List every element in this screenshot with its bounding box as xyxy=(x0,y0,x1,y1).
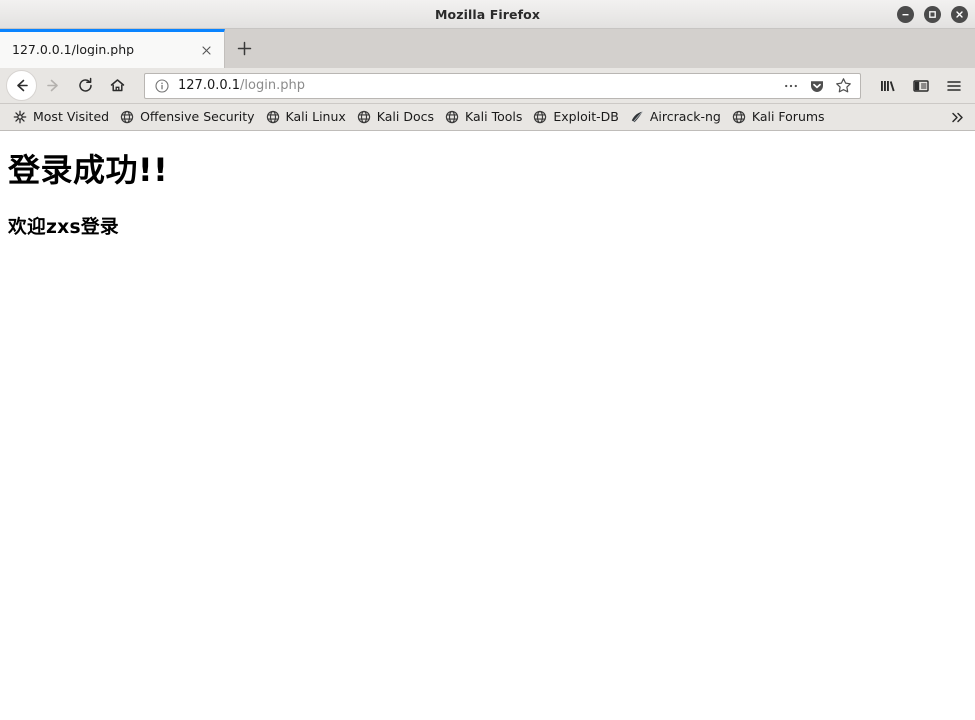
globe-icon xyxy=(731,109,747,125)
home-button[interactable] xyxy=(102,70,133,101)
bookmarks-overflow-button[interactable] xyxy=(945,104,969,130)
bookmark-label: Kali Forums xyxy=(751,108,825,124)
forward-button[interactable] xyxy=(38,70,69,101)
tab-strip: 127.0.0.1/login.php xyxy=(0,29,975,68)
bookmark-exploit-db[interactable]: Exploit-DB xyxy=(528,107,624,127)
new-tab-button[interactable] xyxy=(225,29,263,68)
url-path: /login.php xyxy=(240,79,305,92)
bookmark-label: Kali Linux xyxy=(285,108,346,124)
back-button[interactable] xyxy=(6,70,37,101)
ellipsis-icon xyxy=(785,84,797,87)
bookmarks-toolbar: Most Visited Offensive Security Kali Lin… xyxy=(0,104,975,131)
tab-close-icon[interactable] xyxy=(196,40,216,60)
url-bar[interactable]: 127.0.0.1/login.php xyxy=(144,72,861,99)
window-controls xyxy=(897,0,968,29)
page-content: 登录成功!! 欢迎zxs登录 xyxy=(0,131,975,720)
star-icon xyxy=(835,78,851,93)
pocket-icon xyxy=(811,80,823,92)
arrow-left-icon xyxy=(17,79,28,92)
page-heading: 登录成功!! xyxy=(8,151,169,189)
page-subheading: 欢迎zxs登录 xyxy=(8,216,119,238)
bookmark-star-button[interactable] xyxy=(830,74,856,98)
reload-button[interactable] xyxy=(70,70,101,101)
page-actions-button[interactable] xyxy=(778,74,804,98)
chevron-double-right-icon xyxy=(951,112,963,123)
close-icon xyxy=(956,11,963,18)
aircrack-icon xyxy=(629,109,645,125)
app-menu-button[interactable] xyxy=(938,70,969,101)
sidebar-toggle-button[interactable] xyxy=(905,70,936,101)
bookmark-label: Exploit-DB xyxy=(553,108,619,124)
minimize-icon xyxy=(902,14,909,16)
bookmark-kali-docs[interactable]: Kali Docs xyxy=(352,107,440,127)
tab-title: 127.0.0.1/login.php xyxy=(12,43,135,57)
reload-icon xyxy=(79,77,92,92)
minimize-button[interactable] xyxy=(897,6,914,23)
bookmark-label: Kali Tools xyxy=(465,108,523,124)
globe-icon xyxy=(265,109,281,125)
arrow-right-icon xyxy=(47,79,58,92)
info-circle-icon[interactable] xyxy=(153,78,171,93)
close-button[interactable] xyxy=(951,6,968,23)
toolbar-right-group xyxy=(870,70,969,101)
bookmark-label: Offensive Security xyxy=(140,108,255,124)
title-bar: Mozilla Firefox xyxy=(0,0,975,29)
gear-icon xyxy=(12,109,28,125)
maximize-icon xyxy=(929,11,936,18)
bookmark-kali-tools[interactable]: Kali Tools xyxy=(440,107,528,127)
library-icon xyxy=(880,80,895,91)
home-icon xyxy=(110,79,125,92)
bookmark-most-visited[interactable]: Most Visited xyxy=(8,107,115,127)
bookmark-offensive-security[interactable]: Offensive Security xyxy=(115,107,260,127)
library-button[interactable] xyxy=(872,70,903,101)
bookmark-label: Kali Docs xyxy=(376,108,435,124)
globe-icon xyxy=(356,109,372,125)
bookmark-aircrack-ng[interactable]: Aircrack-ng xyxy=(625,107,727,127)
bookmark-kali-forums[interactable]: Kali Forums xyxy=(727,107,831,127)
plus-icon xyxy=(237,41,251,56)
browser-tab[interactable]: 127.0.0.1/login.php xyxy=(0,29,225,68)
hamburger-menu-icon xyxy=(946,80,961,91)
sidebar-icon xyxy=(912,79,929,92)
pocket-button[interactable] xyxy=(804,74,830,98)
bookmark-label: Aircrack-ng xyxy=(649,108,721,124)
window-title: Mozilla Firefox xyxy=(435,6,540,22)
maximize-button[interactable] xyxy=(924,6,941,23)
url-input[interactable]: 127.0.0.1/login.php xyxy=(178,79,778,92)
urlbar-actions xyxy=(778,74,856,98)
globe-icon xyxy=(444,109,460,125)
firefox-window: Mozilla Firefox 127.0.0.1/login.php 127.… xyxy=(0,0,975,720)
bookmark-kali-linux[interactable]: Kali Linux xyxy=(261,107,352,127)
globe-icon xyxy=(119,109,135,125)
globe-icon xyxy=(532,109,548,125)
navigation-toolbar: 127.0.0.1/login.php xyxy=(0,68,975,104)
bookmark-label: Most Visited xyxy=(33,108,110,124)
url-host: 127.0.0.1 xyxy=(178,79,241,92)
